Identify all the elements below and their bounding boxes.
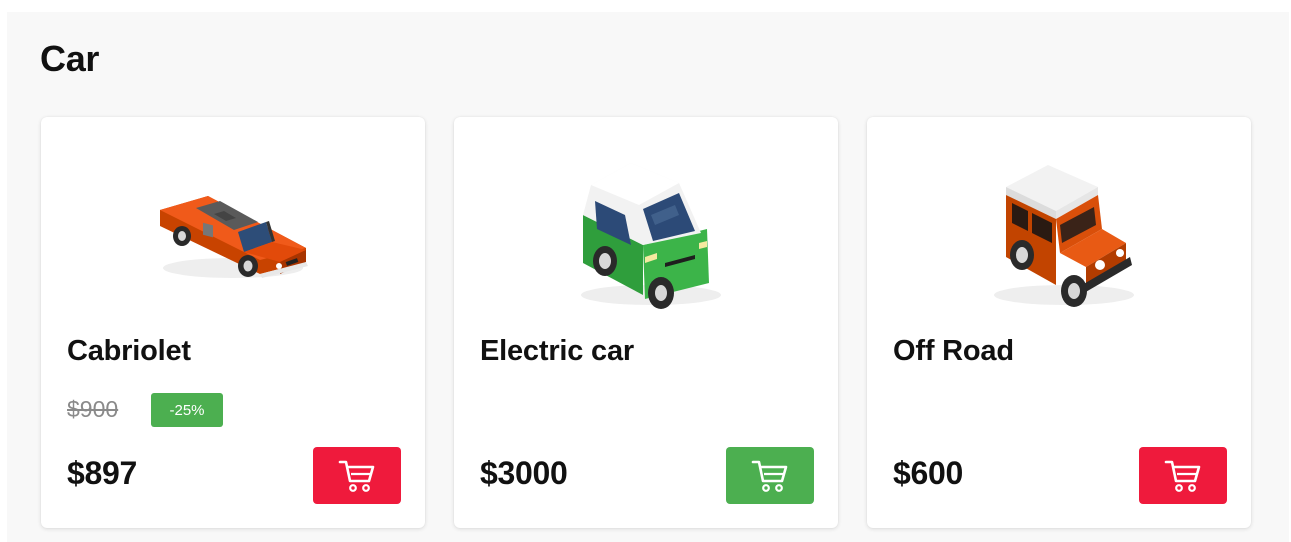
off-road-car-icon (867, 145, 1251, 315)
old-price: $900 (67, 396, 119, 422)
product-card-cabriolet[interactable]: Cabriolet $900 -25% $897 (41, 117, 425, 528)
product-card-electric-car[interactable]: Electric car $3000 (454, 117, 838, 528)
product-name[interactable]: Electric car (480, 335, 634, 368)
add-to-cart-button[interactable] (1139, 447, 1227, 504)
shopping-cart-icon (751, 460, 788, 492)
product-price: $3000 (480, 455, 568, 491)
shopping-cart-icon (338, 460, 375, 492)
discount-badge: -25% (151, 393, 223, 427)
product-price: $600 (893, 455, 963, 491)
add-to-cart-button[interactable] (726, 447, 814, 504)
section-title: Car (40, 38, 100, 79)
product-card-off-road[interactable]: Off Road $600 (867, 117, 1251, 528)
product-price: $897 (67, 455, 137, 491)
shopping-cart-icon (1164, 460, 1201, 492)
category-section: Car Cabriolet $900 -25% $897 Electric ca… (7, 12, 1289, 542)
product-name[interactable]: Cabriolet (67, 335, 191, 368)
electric-car-icon (454, 145, 838, 315)
product-name[interactable]: Off Road (893, 335, 1014, 368)
cabriolet-car-icon (41, 145, 425, 315)
add-to-cart-button[interactable] (313, 447, 401, 504)
